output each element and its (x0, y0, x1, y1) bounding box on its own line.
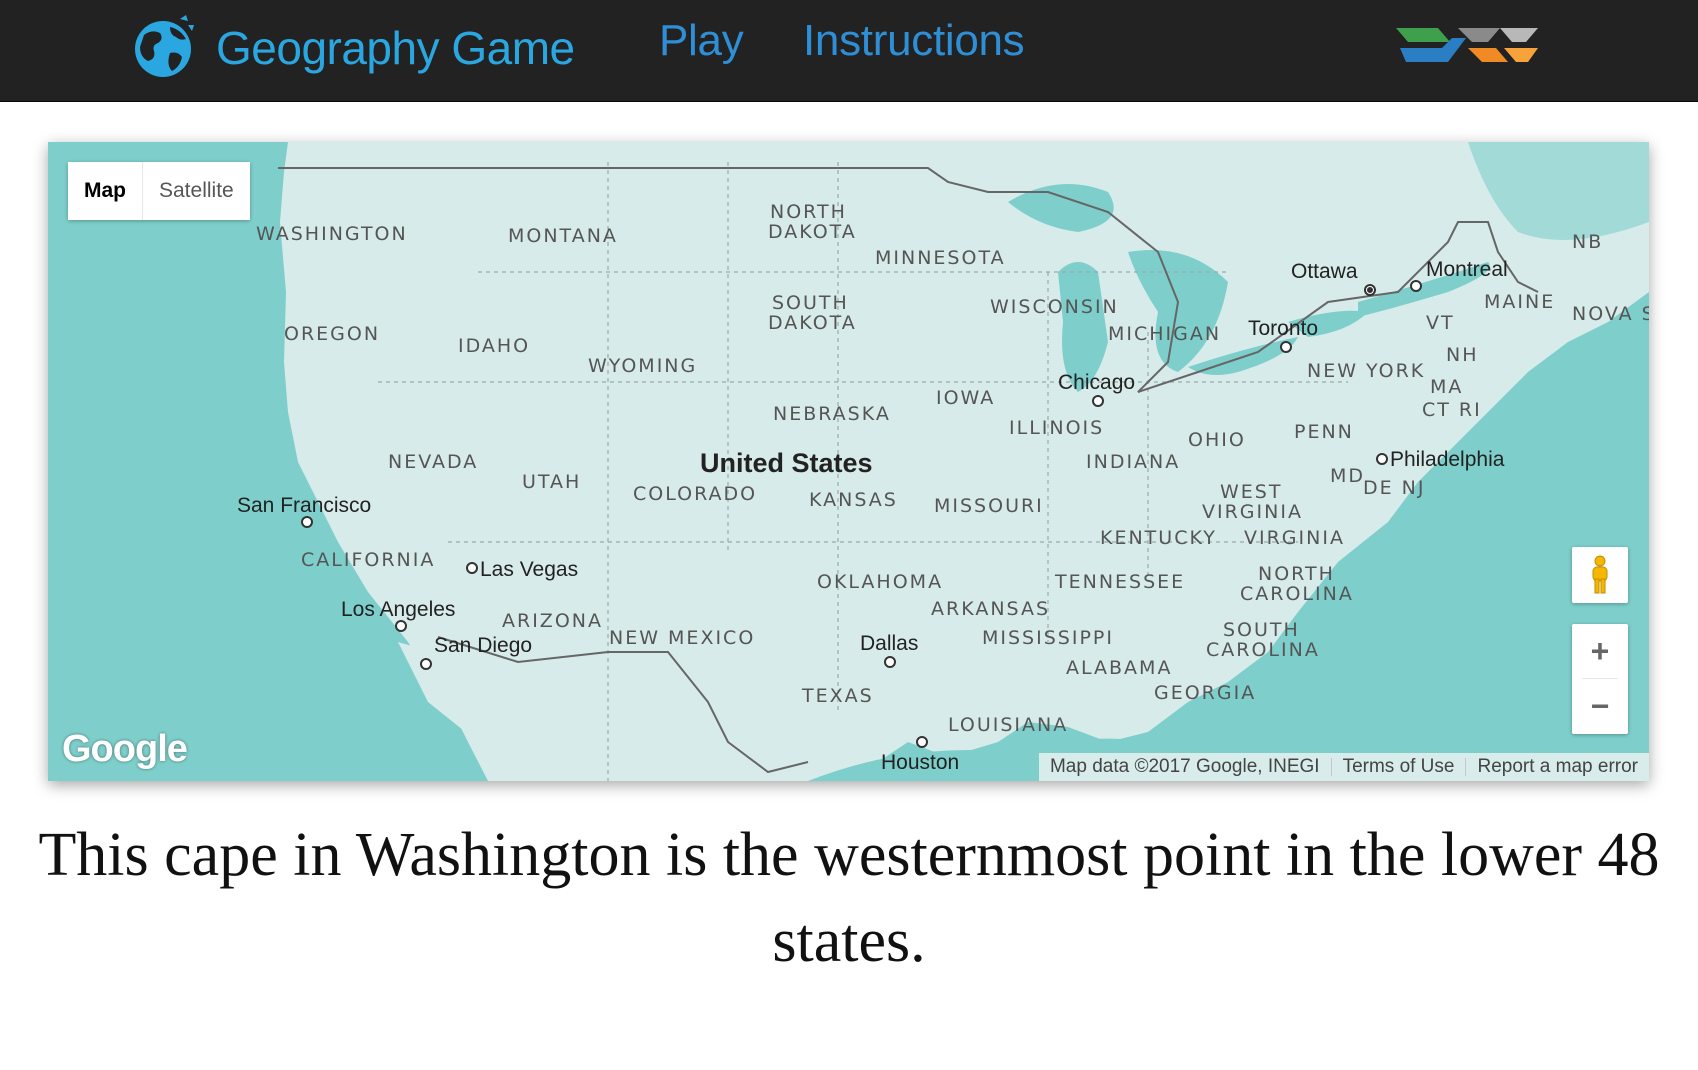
state-label: INDIANA (1086, 451, 1180, 473)
brand-link[interactable]: Geography Game (130, 8, 575, 88)
state-label: KANSAS (809, 489, 898, 511)
state-label: GEORGIA (1154, 682, 1256, 704)
state-label: CAROLINA (1206, 639, 1320, 661)
globe-icon (135, 15, 194, 77)
state-label: WEST (1220, 481, 1282, 503)
city-label: Las Vegas (480, 558, 578, 581)
pegman-icon (1592, 555, 1608, 594)
zoom-out-button[interactable]: − (1572, 679, 1628, 733)
state-label: ARKANSAS (931, 598, 1050, 620)
brand-title: Geography Game (216, 22, 575, 74)
state-label: UTAH (522, 471, 581, 493)
state-label: DE NJ (1363, 477, 1426, 499)
city-marker[interactable] (395, 620, 407, 632)
state-label: CALIFORNIA (301, 549, 435, 571)
city-marker[interactable] (1410, 280, 1422, 292)
state-label: WASHINGTON (256, 223, 408, 245)
state-label: TEXAS (801, 685, 874, 707)
state-label: NB (1572, 231, 1603, 253)
google-logo[interactable]: Google (62, 728, 188, 771)
city-label: Ottawa (1291, 260, 1358, 283)
state-label: OKLAHOMA (817, 571, 943, 593)
state-label: NEBRASKA (773, 403, 891, 425)
nav-play-link[interactable]: Play (659, 16, 744, 66)
map-type-control: Map Satellite (68, 162, 250, 220)
state-label: NEW YORK (1307, 360, 1425, 382)
state-label: NEVADA (388, 451, 478, 473)
city-label: San Francisco (237, 494, 371, 517)
map-data-credit: Map data ©2017 Google, INEGI (1049, 756, 1320, 777)
nav-instructions-link[interactable]: Instructions (803, 16, 1025, 66)
state-label: ILLINOIS (1009, 417, 1104, 439)
state-label: CT RI (1422, 399, 1482, 421)
city-label: Los Angeles (341, 598, 455, 621)
state-label: WYOMING (588, 355, 697, 377)
state-label: VIRGINIA (1244, 527, 1345, 549)
state-label: VIRGINIA (1202, 501, 1303, 523)
state-label: NOVA S (1572, 303, 1649, 325)
map-canvas[interactable]: WASHINGTON MONTANA NORTH DAKOTA MINNESOT… (48, 142, 1649, 781)
city-marker[interactable] (466, 562, 478, 574)
country-label: United States (700, 448, 873, 478)
state-label: MAINE (1484, 291, 1555, 313)
state-label: IDAHO (458, 335, 530, 357)
state-label: MISSISSIPPI (982, 627, 1114, 649)
pegman-button[interactable] (1572, 547, 1628, 603)
state-label: MINNESOTA (875, 247, 1006, 269)
state-label: IOWA (936, 387, 995, 409)
state-label: COLORADO (633, 483, 757, 505)
city-marker-dot (1367, 287, 1373, 293)
map-attribution: Map data ©2017 Google, INEGI Terms of Us… (1038, 753, 1649, 781)
city-marker[interactable] (1092, 395, 1104, 407)
state-label: NORTH (770, 201, 847, 223)
city-label: San Diego (434, 634, 532, 657)
state-label: SOUTH (1223, 619, 1300, 641)
city-marker[interactable] (1280, 341, 1292, 353)
map-type-satellite-button[interactable]: Satellite (143, 162, 250, 220)
state-label: NORTH (1258, 563, 1335, 585)
state-label: KENTUCKY (1100, 527, 1217, 549)
state-label: MONTANA (508, 225, 618, 247)
zoom-in-button[interactable]: + (1572, 624, 1628, 678)
terms-of-use-link[interactable]: Terms of Use (1332, 753, 1466, 781)
partner-logo[interactable] (1396, 18, 1538, 72)
city-label: Chicago (1058, 371, 1135, 394)
state-label: ARIZONA (502, 610, 603, 632)
map[interactable]: WASHINGTON MONTANA NORTH DAKOTA MINNESOT… (48, 142, 1649, 781)
navbar: Geography Game Play Instructions (0, 0, 1698, 102)
city-marker[interactable] (1376, 453, 1388, 465)
state-label: DAKOTA (768, 312, 857, 334)
zoom-control: + − (1572, 624, 1628, 734)
state-label: NEW MEXICO (609, 627, 755, 649)
state-label: TENNESSEE (1054, 571, 1185, 593)
city-label: Montreal (1426, 258, 1508, 281)
state-label: OREGON (284, 323, 380, 345)
state-label: ALABAMA (1066, 657, 1172, 679)
state-label: CAROLINA (1240, 583, 1354, 605)
state-label: MICHIGAN (1108, 323, 1221, 345)
state-label: OHIO (1188, 429, 1246, 451)
state-label: MA (1430, 376, 1463, 398)
state-label: NH (1446, 344, 1479, 366)
state-label: MD (1330, 465, 1365, 487)
state-label: MISSOURI (934, 495, 1044, 517)
state-label: PENN (1294, 421, 1354, 443)
question-text: This cape in Washington is the westernmo… (38, 821, 1660, 975)
state-label: WISCONSIN (990, 296, 1119, 318)
city-label: Dallas (860, 632, 918, 655)
city-marker[interactable] (420, 658, 432, 670)
city-label: Toronto (1248, 317, 1318, 340)
state-label: VT (1426, 312, 1455, 334)
report-map-error-link[interactable]: Report a map error (1466, 753, 1649, 781)
state-label: LOUISIANA (948, 714, 1068, 736)
state-label: DAKOTA (768, 221, 857, 243)
city-marker[interactable] (301, 516, 313, 528)
city-marker[interactable] (884, 656, 896, 668)
city-label: Philadelphia (1390, 448, 1505, 471)
city-label: Houston (881, 751, 959, 774)
state-label: SOUTH (772, 292, 849, 314)
map-type-map-button[interactable]: Map (68, 162, 142, 220)
city-marker[interactable] (916, 736, 928, 748)
